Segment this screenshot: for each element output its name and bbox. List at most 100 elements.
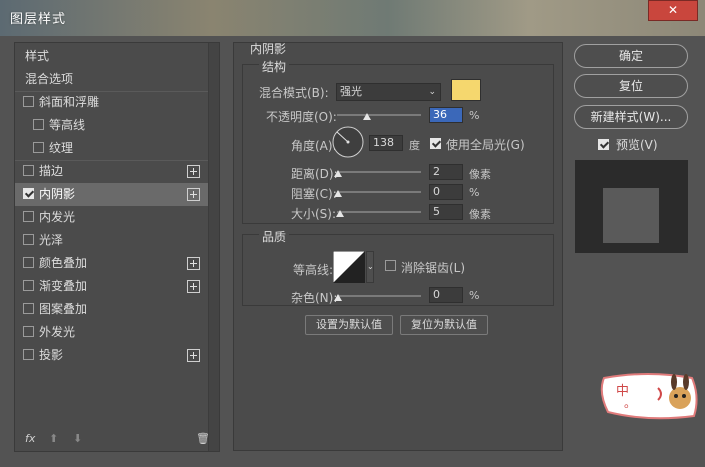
add-effect-icon[interactable] (187, 257, 200, 270)
size-input[interactable]: 5 (429, 204, 463, 220)
distance-slider-handle[interactable] (334, 170, 342, 177)
sidebar-item-checkbox[interactable] (33, 142, 44, 153)
reset-default-button[interactable]: 复位为默认值 (400, 315, 488, 335)
opacity-slider[interactable] (337, 114, 421, 116)
ok-button[interactable]: 确定 (574, 44, 688, 68)
sidebar-item[interactable]: 等高线 (15, 114, 209, 137)
sidebar-item[interactable]: 混合选项 (15, 68, 209, 91)
sidebar-item[interactable]: 样式 (15, 45, 209, 68)
structure-group: 结构 混合模式(B): 强光 ⌄ 不透明度(O): 36 % 角度(A): 13… (242, 58, 554, 224)
opacity-label: 不透明度(O): (266, 110, 337, 124)
shadow-color-swatch[interactable] (451, 79, 481, 101)
global-light-checkbox[interactable] (430, 138, 441, 149)
choke-unit: % (469, 186, 480, 199)
sidebar-item[interactable]: 内阴影 (15, 183, 209, 206)
noise-input[interactable]: 0 (429, 287, 463, 303)
sidebar-item-label: 内发光 (39, 210, 76, 224)
blend-mode-value: 强光 (340, 85, 362, 98)
sidebar-item-checkbox[interactable] (23, 96, 34, 107)
sidebar-item[interactable]: 渐变叠加 (15, 275, 209, 298)
sidebar-item-checkbox[interactable] (23, 326, 34, 337)
add-effect-icon[interactable] (187, 165, 200, 178)
move-up-icon[interactable]: ⬆ (49, 432, 58, 445)
sidebar-item-label: 渐变叠加 (39, 279, 88, 293)
preview-checkbox[interactable] (598, 139, 609, 150)
sidebar-item[interactable]: 斜面和浮雕 (15, 91, 209, 114)
set-default-button[interactable]: 设置为默认值 (305, 315, 393, 335)
opacity-unit: % (469, 109, 480, 122)
inner-shadow-panel: 内阴影 结构 混合模式(B): 强光 ⌄ 不透明度(O): 36 % 角度(A)… (233, 42, 563, 451)
preview-label: 预览(V) (616, 138, 658, 152)
sidebar-item-checkbox[interactable] (23, 188, 34, 199)
distance-input[interactable]: 2 (429, 164, 463, 180)
sidebar-item[interactable]: 外发光 (15, 321, 209, 344)
fx-icon[interactable]: fx (25, 432, 35, 445)
close-button[interactable]: ✕ (648, 0, 698, 21)
opacity-slider-handle[interactable] (363, 113, 372, 120)
sidebar-item[interactable]: 颜色叠加 (15, 252, 209, 275)
antialias-checkbox[interactable] (385, 260, 396, 271)
choke-slider[interactable] (337, 191, 421, 193)
noise-unit: % (469, 289, 480, 302)
quality-group: 品质 等高线: ⌄ 消除锯齿(L) 杂色(N): 0 % (242, 228, 554, 306)
distance-label: 距离(D): (291, 167, 338, 181)
move-down-icon[interactable]: ⬇ (73, 432, 82, 445)
trash-icon[interactable]: 🗑 (196, 432, 210, 445)
sidebar-item-checkbox[interactable] (23, 280, 34, 291)
contour-preview[interactable] (333, 251, 365, 283)
opacity-input[interactable]: 36 (429, 107, 463, 123)
sidebar-item-label: 斜面和浮雕 (39, 95, 100, 109)
sidebar-item[interactable]: 描边 (15, 160, 209, 183)
add-effect-icon[interactable] (187, 349, 200, 362)
size-slider[interactable] (337, 211, 421, 213)
antialias-label: 消除锯齿(L) (401, 261, 466, 275)
contour-chevron-down-icon[interactable]: ⌄ (366, 251, 374, 283)
sidebar-item-label: 纹理 (49, 141, 74, 155)
sidebar-item-checkbox[interactable] (23, 234, 34, 245)
sidebar-item[interactable]: 纹理 (15, 137, 209, 160)
sidebar-item-checkbox[interactable] (23, 349, 34, 360)
sidebar-item[interactable]: 图案叠加 (15, 298, 209, 321)
add-effect-icon[interactable] (187, 188, 200, 201)
style-list-scrollbar[interactable] (208, 43, 219, 451)
sidebar-item-label: 混合选项 (25, 72, 74, 86)
sidebar-item-label: 等高线 (49, 118, 86, 132)
noise-label: 杂色(N): (291, 291, 338, 305)
choke-slider-handle[interactable] (334, 190, 342, 197)
blend-mode-select[interactable]: 强光 ⌄ (336, 83, 441, 101)
sidebar-item-label: 外发光 (39, 325, 76, 339)
global-light-label: 使用全局光(G) (446, 138, 525, 152)
section-title: 内阴影 (250, 42, 287, 56)
new-style-button[interactable]: 新建样式(W)... (574, 105, 688, 129)
sidebar-item[interactable]: 内发光 (15, 206, 209, 229)
style-list-footer: fx ⬆ ⬇ 🗑 (15, 427, 210, 451)
sidebar-item-checkbox[interactable] (23, 303, 34, 314)
sidebar-item-label: 内阴影 (39, 187, 76, 201)
add-effect-icon[interactable] (187, 280, 200, 293)
sidebar-item-checkbox[interactable] (33, 119, 44, 130)
title-bar: 图层样式 ✕ (0, 0, 705, 36)
window-title: 图层样式 (10, 12, 67, 27)
sidebar-item-checkbox[interactable] (23, 165, 34, 176)
blend-mode-label: 混合模式(B): (259, 86, 329, 100)
size-label: 大小(S): (291, 207, 337, 221)
sidebar-item[interactable]: 光泽 (15, 229, 209, 252)
distance-slider[interactable] (337, 171, 421, 173)
sidebar-item[interactable]: 投影 (15, 344, 209, 367)
sidebar-item-checkbox[interactable] (23, 257, 34, 268)
sidebar-item-label: 投影 (39, 348, 64, 362)
noise-slider-handle[interactable] (334, 294, 342, 301)
sidebar-item-label: 描边 (39, 164, 64, 178)
sidebar-item-checkbox[interactable] (23, 211, 34, 222)
distance-unit: 像素 (469, 168, 491, 181)
close-icon: ✕ (667, 3, 679, 17)
sidebar-item-label: 图案叠加 (39, 302, 88, 316)
chevron-down-icon: ⌄ (428, 87, 436, 97)
noise-slider[interactable] (337, 295, 421, 297)
choke-input[interactable]: 0 (429, 184, 463, 200)
angle-input[interactable]: 138 (369, 135, 403, 151)
reset-button[interactable]: 复位 (574, 74, 688, 98)
quality-title: 品质 (259, 228, 290, 245)
size-slider-handle[interactable] (336, 210, 344, 217)
angle-dial[interactable] (331, 125, 365, 159)
